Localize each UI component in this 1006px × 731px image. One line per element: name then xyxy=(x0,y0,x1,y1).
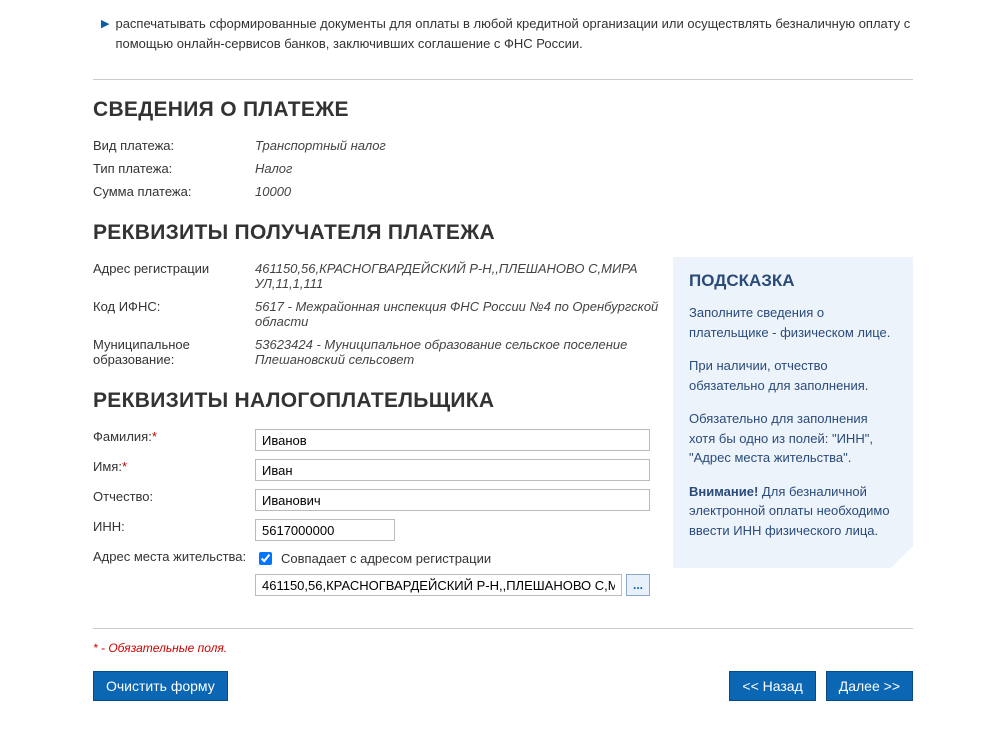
hint-p4: Внимание! Для безналичной электронной оп… xyxy=(689,482,897,541)
address-label: Адрес места жительства: xyxy=(93,549,255,564)
triangle-icon: ▶ xyxy=(101,16,109,53)
same-address-checkbox[interactable] xyxy=(259,552,272,565)
address-lookup-button[interactable]: ... xyxy=(626,574,650,596)
intro-bullet: ▶ распечатывать сформированные документы… xyxy=(93,10,913,57)
firstname-row: Имя:* xyxy=(93,455,673,485)
label: Сумма платежа: xyxy=(93,184,255,199)
divider xyxy=(93,79,913,80)
back-button[interactable]: << Назад xyxy=(729,671,815,701)
label: Адрес регистрации xyxy=(93,261,255,276)
label: Муниципальное образование: xyxy=(93,337,255,367)
address-row: Адрес места жительства: Совпадает с адре… xyxy=(93,545,673,600)
lastname-input[interactable] xyxy=(255,429,650,451)
recipient-title: РЕКВИЗИТЫ ПОЛУЧАТЕЛЯ ПЛАТЕЖА xyxy=(93,221,913,245)
label: Вид платежа: xyxy=(93,138,255,153)
inn-row: ИНН: xyxy=(93,515,673,545)
clear-form-button[interactable]: Очистить форму xyxy=(93,671,228,701)
patronymic-label: Отчество: xyxy=(93,489,255,504)
label: Код ИФНС: xyxy=(93,299,255,314)
firstname-label: Имя:* xyxy=(93,459,255,474)
label: Тип платежа: xyxy=(93,161,255,176)
value: 10000 xyxy=(255,184,913,199)
required-footnote: * - Обязательные поля. xyxy=(93,641,913,655)
address-input[interactable] xyxy=(255,574,622,596)
payment-row: Тип платежа:Налог xyxy=(93,157,913,180)
taxpayer-title: РЕКВИЗИТЫ НАЛОГОПЛАТЕЛЬЩИКА xyxy=(93,389,673,413)
recipient-row: Муниципальное образование:53623424 - Мун… xyxy=(93,333,673,371)
value: Налог xyxy=(255,161,913,176)
inn-label: ИНН: xyxy=(93,519,255,534)
hint-box: ПОДСКАЗКА Заполните сведения о плательщи… xyxy=(673,257,913,568)
patronymic-input[interactable] xyxy=(255,489,650,511)
value: 461150,56,КРАСНОГВАРДЕЙСКИЙ Р-Н,,ПЛЕШАНО… xyxy=(255,261,673,291)
hint-title: ПОДСКАЗКА xyxy=(689,271,897,291)
payment-title: СВЕДЕНИЯ О ПЛАТЕЖЕ xyxy=(93,98,913,122)
hint-p2: При наличии, отчество обязательно для за… xyxy=(689,356,897,395)
recipient-row: Адрес регистрации461150,56,КРАСНОГВАРДЕЙ… xyxy=(93,257,673,295)
payment-row: Вид платежа:Транспортный налог xyxy=(93,134,913,157)
divider xyxy=(93,628,913,629)
firstname-input[interactable] xyxy=(255,459,650,481)
lastname-label: Фамилия:* xyxy=(93,429,255,444)
intro-text: распечатывать сформированные документы д… xyxy=(115,14,913,53)
next-button[interactable]: Далее >> xyxy=(826,671,913,701)
value: 5617 - Межрайонная инспекция ФНС России … xyxy=(255,299,673,329)
patronymic-row: Отчество: xyxy=(93,485,673,515)
value: Транспортный налог xyxy=(255,138,913,153)
value: 53623424 - Муниципальное образование сел… xyxy=(255,337,673,367)
recipient-row: Код ИФНС:5617 - Межрайонная инспекция ФН… xyxy=(93,295,673,333)
fold-corner-icon xyxy=(891,546,913,568)
hint-p3: Обязательно для заполнения хотя бы одно … xyxy=(689,409,897,468)
same-address-label: Совпадает с адресом регистрации xyxy=(281,551,491,566)
inn-input[interactable] xyxy=(255,519,395,541)
lastname-row: Фамилия:* xyxy=(93,425,673,455)
payment-row: Сумма платежа:10000 xyxy=(93,180,913,203)
hint-p1: Заполните сведения о плательщике - физич… xyxy=(689,303,897,342)
